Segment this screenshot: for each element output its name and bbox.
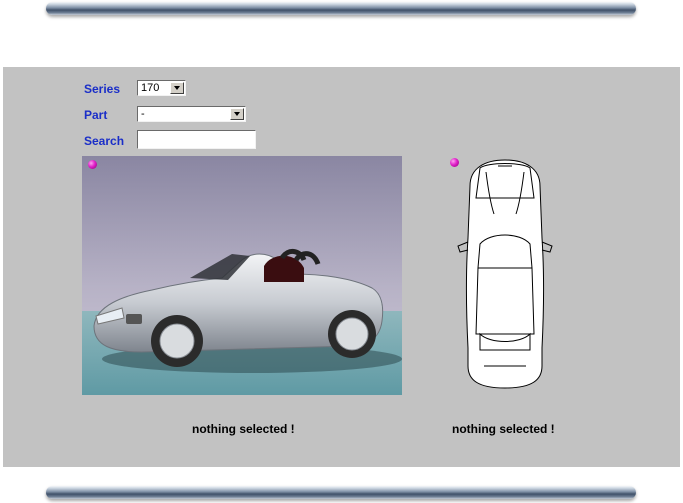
car-photo-image <box>82 156 402 395</box>
main-panel: Series 170 Part - Search nothing selecte… <box>3 67 680 467</box>
series-select[interactable]: 170 <box>137 80 186 96</box>
magenta-pin-icon[interactable] <box>88 160 97 169</box>
chevron-down-icon[interactable] <box>170 82 184 94</box>
bottom-decorative-bar <box>46 486 636 499</box>
search-input[interactable] <box>137 130 256 149</box>
search-label: Search <box>84 134 125 148</box>
part-label: Part <box>84 108 108 122</box>
car-top-view-diagram[interactable] <box>450 158 560 391</box>
photo-status-text: nothing selected ! <box>192 422 295 436</box>
part-select[interactable]: - <box>137 106 246 122</box>
top-decorative-bar <box>46 2 636 15</box>
series-label: Series <box>84 82 121 96</box>
plan-status-text: nothing selected ! <box>452 422 555 436</box>
series-select-value: 170 <box>141 82 160 94</box>
chevron-down-icon[interactable] <box>230 108 244 120</box>
car-photo[interactable] <box>82 156 402 395</box>
part-select-value: - <box>141 108 145 120</box>
